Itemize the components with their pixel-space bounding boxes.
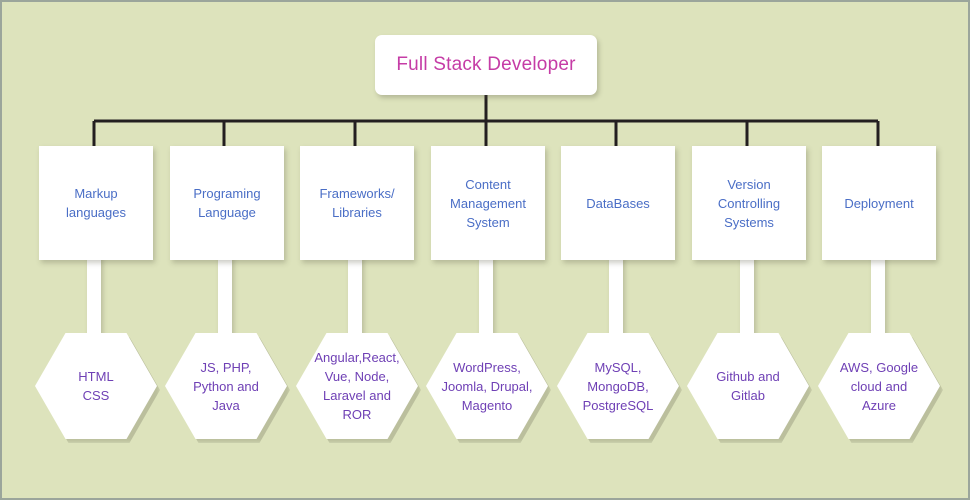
category-box-label: Content Management System <box>450 176 526 230</box>
leaf-hexagon-label: MySQL, MongoDB, PostgreSQL <box>582 359 654 413</box>
category-box-label: Programing Language <box>193 186 261 220</box>
leaf-hexagon-label: JS, PHP, Python and Java <box>193 359 259 413</box>
root-node-label: Full Stack Developer <box>396 54 576 75</box>
category-box-programing-language[interactable]: Programing Language <box>170 146 284 260</box>
leaf-hexagon-label: AWS, Google cloud and Azure <box>839 359 919 413</box>
category-box-label: DataBases <box>586 195 650 211</box>
category-box-deployment[interactable]: Deployment <box>822 146 936 260</box>
category-box-version-controlling-systems[interactable]: Version Controlling Systems <box>692 146 806 260</box>
root-node[interactable]: Full Stack Developer <box>375 35 597 95</box>
category-box-label: Frameworks/ Libraries <box>319 186 395 220</box>
category-box-content-management-system[interactable]: Content Management System <box>431 146 545 260</box>
category-box-frameworks-libraries[interactable]: Frameworks/ Libraries <box>300 146 414 260</box>
diagram-canvas: Full Stack Developer Markup languages Pr… <box>0 0 970 500</box>
leaf-hexagon-label: HTML CSS <box>78 369 114 403</box>
leaf-hexagon-label: Github and Gitlab <box>716 369 780 403</box>
category-box-label: Markup languages <box>66 186 126 220</box>
category-box-markup-languages[interactable]: Markup languages <box>39 146 153 260</box>
leaf-hexagon-label: Angular,React, Vue, Node, Laravel and RO… <box>314 350 400 422</box>
category-box-label: Version Controlling Systems <box>717 176 781 230</box>
category-box-databases[interactable]: DataBases <box>561 146 675 260</box>
category-box-label: Deployment <box>844 195 914 211</box>
leaf-hexagon-label: WordPress, Joomla, Drupal, Magento <box>441 359 533 413</box>
